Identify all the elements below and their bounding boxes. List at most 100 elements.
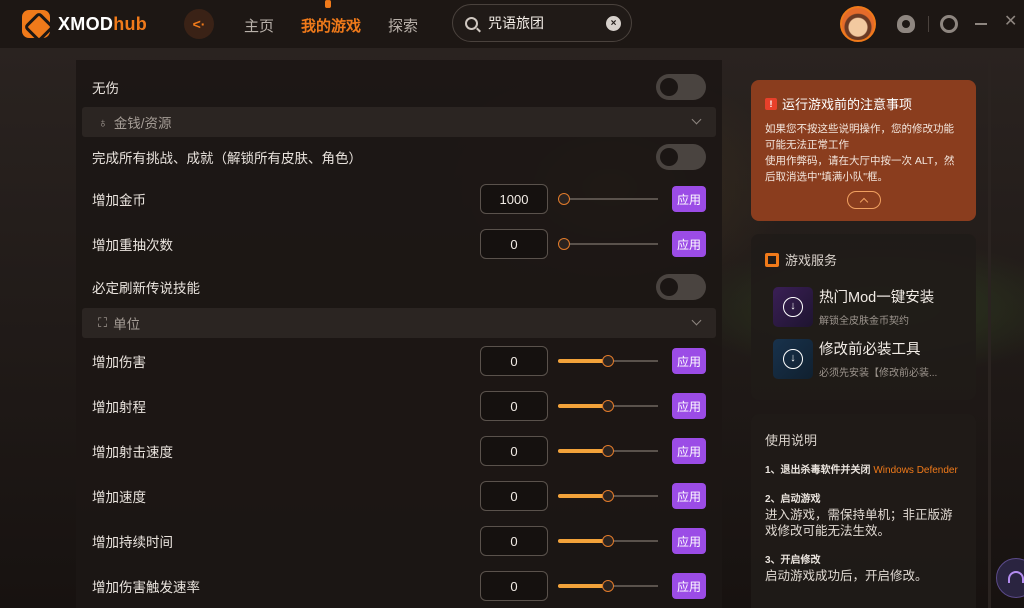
search-icon [465,16,478,30]
value-slider[interactable] [558,238,658,250]
apply-button[interactable]: 应用 [672,393,706,419]
help-step: 1、退出杀毒软件并关闭 Windows Defender [765,463,962,478]
cheat-label: 完成所有挑战、成就（解锁所有皮肤、角色） [92,151,362,166]
value-slider[interactable] [558,535,658,547]
slider-thumb[interactable] [558,238,570,250]
value-input[interactable]: 1000 [480,184,548,214]
game-services-card: 游戏服务 ↓ 热门Mod一键安装 解锁全皮肤金币契约 ↓ 修改前必装工具 必须先… [751,234,976,400]
cheat-row: 增加伤害触发速率 0 应用 [92,571,706,601]
help-step: 3、开启修改 启动游戏成功后，开启修改。 [765,553,962,584]
value-slider[interactable] [558,355,658,367]
help-step-heading: 2、启动游戏 [765,494,821,505]
cheat-row: 增加伤害 0 应用 [92,346,706,376]
value-slider[interactable] [558,445,658,457]
cheat-label: 增加速度 [92,490,146,505]
value-input[interactable]: 0 [480,571,548,601]
apply-button[interactable]: 应用 [672,231,706,257]
notice-card: ! 运行游戏前的注意事项 如果您不按这些说明操作，您的修改功能可能无法正常工作 … [751,80,976,221]
apply-button[interactable]: 应用 [672,438,706,464]
slider-thumb[interactable] [558,193,570,205]
cheat-label: 增加射击速度 [92,445,173,460]
value-slider[interactable] [558,400,658,412]
section-money-resources[interactable]: ♁ 金钱/资源 [82,107,716,137]
value-slider[interactable] [558,490,658,502]
cheat-toggle[interactable] [656,144,706,170]
cheat-label: 增加金币 [92,193,146,208]
service-title: 修改前必装工具 [819,342,921,358]
slider-thumb[interactable] [602,400,614,412]
chevron-down-icon[interactable] [691,114,702,125]
chevron-up-icon [859,197,869,206]
cheat-row: 增加重抽次数 0 应用 [92,229,706,259]
apply-button[interactable]: 应用 [672,348,706,374]
section-label: 单位 [113,317,141,332]
cheat-label: 增加持续时间 [92,535,173,550]
box-icon [765,252,779,267]
service-subtitle: 解锁全皮肤金币契约 [819,316,909,327]
service-tile: ↓ [773,286,813,327]
value-input[interactable]: 0 [480,436,548,466]
minimize-icon[interactable] [975,23,987,25]
slider-thumb[interactable] [602,580,614,592]
help-step-heading: 3、开启修改 [765,555,821,566]
coin-bag-icon: ♁ [98,114,108,130]
value-input[interactable]: 0 [480,229,548,259]
close-icon[interactable]: ✕ [1004,13,1022,31]
apply-button[interactable]: 应用 [672,186,706,212]
help-step-body: 启动游戏成功后，开启修改。 [765,569,928,583]
value-input[interactable]: 0 [480,481,548,511]
cheat-label: 增加射程 [92,400,146,415]
section-units[interactable]: ⛶ 单位 [82,308,716,338]
nav-my-games[interactable]: 我的游戏 [301,0,361,36]
slider-thumb[interactable] [602,535,614,547]
user-avatar[interactable] [840,6,876,42]
nav-explore[interactable]: 探索 [388,15,418,36]
cheat-row: 增加速度 0 应用 [92,481,706,511]
chevron-down-icon[interactable] [691,315,702,326]
apply-button[interactable]: 应用 [672,573,706,599]
search-input[interactable]: 咒语旅团 [488,13,606,33]
slider-track [558,198,658,200]
back-arrow-icon: <· [192,16,206,32]
value-input[interactable]: 0 [480,526,548,556]
slider-fill [558,584,608,588]
app-logo[interactable]: XMODhub [22,10,147,38]
support-icon[interactable] [897,15,915,33]
service-item-mod-install[interactable]: ↓ 热门Mod一键安装 解锁全皮肤金币契约 [773,286,951,327]
page-scrollbar[interactable] [988,60,991,608]
cheat-label: 增加重抽次数 [92,238,173,253]
apply-button[interactable]: 应用 [672,528,706,554]
slider-thumb[interactable] [602,445,614,457]
slider-fill [558,449,608,453]
notice-line: 如果您不按这些说明操作，您的修改功能可能无法正常工作 [765,123,954,151]
top-bar: XMODhub <· 主页 我的游戏 探索 咒语旅团 × ✕ [0,0,1024,48]
cheat-row: 完成所有挑战、成就（解锁所有皮肤、角色） [92,144,706,170]
cheat-toggle[interactable] [656,74,706,100]
slider-fill [558,539,608,543]
cheat-toggle[interactable] [656,274,706,300]
search-box[interactable]: 咒语旅团 × [452,4,632,42]
help-step: 2、启动游戏 进入游戏，需保持单机；非正版游戏修改可能无法生效。 [765,492,962,539]
nav-home[interactable]: 主页 [244,15,274,36]
collapse-notice-button[interactable] [847,191,881,209]
cheat-row: 增加射程 0 应用 [92,391,706,421]
value-slider[interactable] [558,193,658,205]
slider-track [558,243,658,245]
value-input[interactable]: 0 [480,391,548,421]
settings-icon[interactable] [940,15,958,33]
apply-button[interactable]: 应用 [672,483,706,509]
service-item-required-tools[interactable]: ↓ 修改前必装工具 必须先安装【修改前必装... [773,338,951,379]
help-step-highlight: Windows Defender [873,465,958,476]
clear-search-icon[interactable]: × [606,15,621,31]
download-icon: ↓ [783,296,803,317]
back-button[interactable]: <· [184,9,214,39]
cheat-row: 增加持续时间 0 应用 [92,526,706,556]
value-slider[interactable] [558,580,658,592]
slider-thumb[interactable] [602,490,614,502]
slider-thumb[interactable] [602,355,614,367]
cheat-row: 必定刷新传说技能 [92,274,706,300]
value-input[interactable]: 0 [480,346,548,376]
section-label: 金钱/资源 [113,116,172,131]
unit-icon: ⛶ [98,315,108,330]
cheat-panel: 无伤 ♁ 金钱/资源 完成所有挑战、成就（解锁所有皮肤、角色） 增加金币 100… [76,60,722,608]
